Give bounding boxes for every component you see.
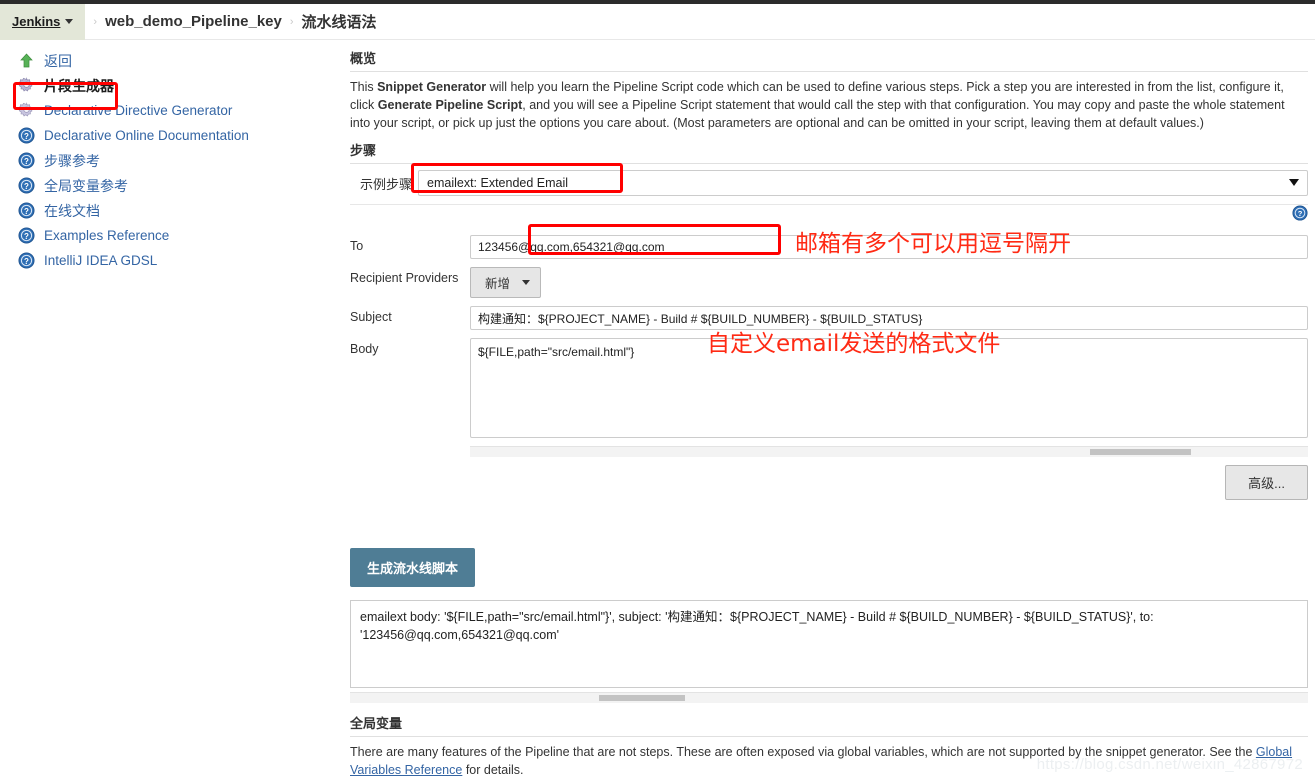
overview-bold-snippet-generator: Snippet Generator [377, 80, 487, 94]
svg-text:?: ? [24, 207, 29, 216]
scrollbar-thumb[interactable] [1090, 449, 1191, 455]
overview-paragraph: This Snippet Generator will help you lea… [350, 72, 1308, 132]
sidebar-item-examples-reference[interactable]: ? Examples Reference [0, 223, 340, 248]
breadcrumb-jenkins-label: Jenkins [12, 14, 61, 29]
sidebar-item-label: Examples Reference [44, 228, 170, 243]
steps-title: 步骤 [350, 140, 1308, 164]
overview-title: 概览 [350, 48, 1308, 72]
add-button-label: 新增 [485, 277, 511, 291]
sidebar-item-step-reference[interactable]: ? 步骤参考 [0, 148, 340, 173]
watermark: https://blog.csdn.net/weixin_42867972 [1036, 756, 1303, 773]
chevron-down-icon[interactable] [1289, 179, 1299, 186]
add-recipient-provider-button[interactable]: 新增 [470, 267, 542, 298]
annotation-text-email-note: 邮箱有多个可以用逗号隔开 [795, 231, 1071, 257]
up-arrow-icon [18, 52, 35, 69]
breadcrumb: Jenkins › web_demo_Pipeline_key › 流水线语法 [0, 3, 1315, 40]
advanced-button[interactable]: 高级... [1225, 465, 1308, 500]
help-icon: ? [18, 227, 35, 244]
sidebar-item-label: 步骤参考 [44, 152, 100, 169]
generate-pipeline-script-button[interactable]: 生成流水线脚本 [350, 548, 476, 587]
main-content: 概览 This Snippet Generator will help you … [350, 48, 1308, 779]
sidebar-item-label: Declarative Directive Generator [44, 103, 233, 118]
form-horizontal-scrollbar[interactable] [470, 446, 1308, 457]
advanced-row: 高级... [350, 457, 1308, 500]
sidebar-item-label: 片段生成器 [44, 77, 114, 94]
sidebar-item-intellij-idea-gdsl[interactable]: ? IntelliJ IDEA GDSL [0, 248, 340, 273]
sample-step-select-wrap: emailext: Extended Email [418, 170, 1308, 196]
global-variables-title: 全局变量 [350, 713, 1308, 737]
sidebar-item-snippet-generator[interactable]: 片段生成器 [0, 73, 340, 98]
svg-text:?: ? [24, 132, 29, 141]
help-icon-button[interactable]: ? [1292, 205, 1308, 224]
svg-text:?: ? [24, 182, 29, 191]
global-variables-text-b: for details. [462, 763, 524, 777]
field-row-recipient-providers: Recipient Providers 新增 [350, 267, 1308, 298]
body-label: Body [350, 342, 379, 356]
svg-text:?: ? [24, 157, 29, 166]
recipient-providers-control: 新增 [470, 267, 1308, 298]
sample-step-label: 示例步骤 [359, 176, 412, 192]
sidebar-item-declarative-online-documentation[interactable]: ? Declarative Online Documentation [0, 123, 340, 148]
sidebar-item-label: IntelliJ IDEA GDSL [44, 253, 158, 268]
script-horizontal-scrollbar[interactable] [350, 692, 1308, 703]
breadcrumb-separator: › [93, 15, 98, 28]
sidebar: 返回 片段生成器 Declarative Directive Generator… [0, 48, 340, 273]
sidebar-item-declarative-directive-generator[interactable]: Declarative Directive Generator [0, 98, 340, 123]
overview-bold-generate-pipeline-script: Generate Pipeline Script [377, 98, 523, 112]
sidebar-item-online-documentation[interactable]: ? 在线文档 [0, 198, 340, 223]
sidebar-item-label: 返回 [44, 52, 72, 69]
to-label: To [350, 239, 364, 253]
svg-text:?: ? [24, 257, 29, 266]
annotation-text-body-note: 自定义email发送的格式文件 [707, 331, 1001, 357]
sample-step-row: 示例步骤 emailext: Extended Email [350, 164, 1308, 205]
help-icon: ? [18, 152, 35, 169]
svg-text:?: ? [24, 232, 29, 241]
generated-script-output[interactable]: emailext body: '${FILE,path="src/email.h… [350, 600, 1308, 688]
sidebar-item-label: 在线文档 [44, 202, 100, 219]
generate-section: 生成流水线脚本 [350, 548, 1308, 587]
sidebar-item-global-variable-reference[interactable]: ? 全局变量参考 [0, 173, 340, 198]
breadcrumb-item-page[interactable]: 流水线语法 [302, 11, 377, 32]
sidebar-item-back[interactable]: 返回 [0, 48, 340, 73]
help-icon: ? [18, 202, 35, 219]
sample-step-select[interactable]: emailext: Extended Email [418, 170, 1308, 196]
sidebar-item-label: 全局变量参考 [44, 177, 128, 194]
breadcrumb-item-job[interactable]: web_demo_Pipeline_key [105, 13, 282, 30]
generated-script-wrap: emailext body: '${FILE,path="src/email.h… [350, 600, 1308, 703]
gear-icon [18, 102, 35, 119]
subject-label: Subject [350, 310, 392, 324]
help-icon: ? [18, 252, 35, 269]
chevron-down-icon [522, 280, 531, 285]
sidebar-item-label: Declarative Online Documentation [44, 128, 249, 143]
gear-icon [18, 77, 35, 94]
help-icon: ? [18, 177, 35, 194]
breadcrumb-item-jenkins[interactable]: Jenkins [0, 3, 86, 40]
breadcrumb-separator: › [289, 15, 294, 28]
svg-text:?: ? [1298, 209, 1303, 218]
overview-text-a: This [350, 80, 378, 94]
help-icon: ? [18, 127, 35, 144]
recipient-providers-label: Recipient Providers [350, 271, 459, 285]
scrollbar-thumb[interactable] [599, 695, 686, 701]
chevron-down-icon[interactable] [65, 19, 74, 24]
